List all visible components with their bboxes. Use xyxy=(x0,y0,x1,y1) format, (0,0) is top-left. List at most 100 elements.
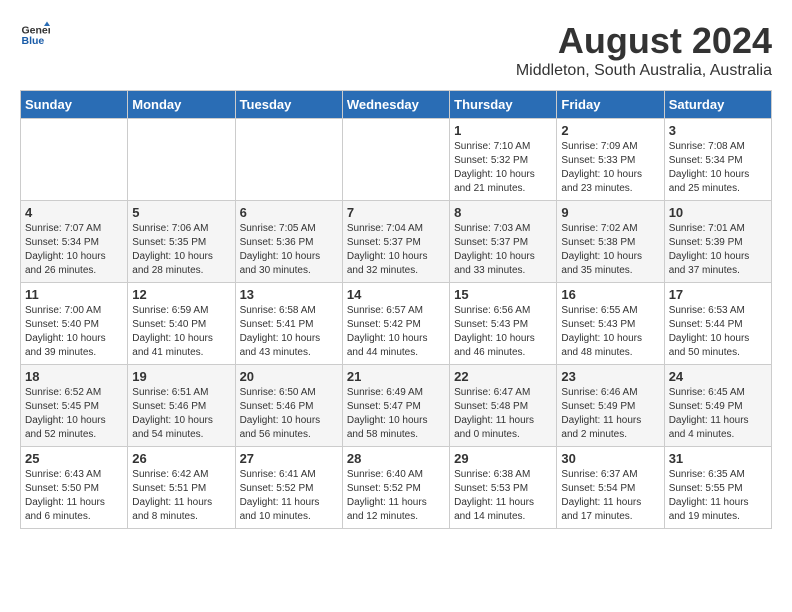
calendar-cell: 31 Sunrise: 6:35 AM Sunset: 5:55 PM Dayli… xyxy=(664,447,771,529)
calendar-cell: 8 Sunrise: 7:03 AM Sunset: 5:37 PM Daylig… xyxy=(450,201,557,283)
day-number: 30 xyxy=(561,451,659,466)
day-info: Sunrise: 6:51 AM Sunset: 5:46 PM Dayligh… xyxy=(132,386,230,442)
day-number: 24 xyxy=(669,369,767,384)
day-info: Sunrise: 7:00 AM Sunset: 5:40 PM Dayligh… xyxy=(25,304,123,360)
logo-icon: General Blue xyxy=(20,20,50,50)
day-header-tuesday: Tuesday xyxy=(235,91,342,119)
day-number: 19 xyxy=(132,369,230,384)
calendar-cell xyxy=(21,119,128,201)
calendar-cell: 26 Sunrise: 6:42 AM Sunset: 5:51 PM Dayli… xyxy=(128,447,235,529)
main-title: August 2024 xyxy=(516,20,772,62)
week-row-4: 18 Sunrise: 6:52 AM Sunset: 5:45 PM Dayli… xyxy=(21,365,772,447)
day-info: Sunrise: 6:41 AM Sunset: 5:52 PM Dayligh… xyxy=(240,468,338,524)
day-header-sunday: Sunday xyxy=(21,91,128,119)
day-info: Sunrise: 6:58 AM Sunset: 5:41 PM Dayligh… xyxy=(240,304,338,360)
day-info: Sunrise: 6:56 AM Sunset: 5:43 PM Dayligh… xyxy=(454,304,552,360)
day-info: Sunrise: 7:09 AM Sunset: 5:33 PM Dayligh… xyxy=(561,140,659,196)
day-number: 23 xyxy=(561,369,659,384)
week-row-2: 4Sunrise: 7:07 AM Sunset: 5:34 PM Daylig… xyxy=(21,201,772,283)
week-row-5: 25Sunrise: 6:43 AM Sunset: 5:50 PM Dayli… xyxy=(21,447,772,529)
day-header-saturday: Saturday xyxy=(664,91,771,119)
calendar-table: SundayMondayTuesdayWednesdayThursdayFrid… xyxy=(20,90,772,529)
day-info: Sunrise: 6:35 AM Sunset: 5:55 PM Dayligh… xyxy=(669,468,767,524)
subtitle: Middleton, South Australia, Australia xyxy=(516,62,772,80)
calendar-cell: 6 Sunrise: 7:05 AM Sunset: 5:36 PM Daylig… xyxy=(235,201,342,283)
day-number: 13 xyxy=(240,287,338,302)
day-number: 27 xyxy=(240,451,338,466)
day-info: Sunrise: 7:04 AM Sunset: 5:37 PM Dayligh… xyxy=(347,222,445,278)
day-number: 5 xyxy=(132,205,230,220)
day-info: Sunrise: 7:01 AM Sunset: 5:39 PM Dayligh… xyxy=(669,222,767,278)
calendar-cell: 28 Sunrise: 6:40 AM Sunset: 5:52 PM Dayli… xyxy=(342,447,449,529)
calendar-cell: 11 Sunrise: 7:00 AM Sunset: 5:40 PM Dayli… xyxy=(21,283,128,365)
day-number: 7 xyxy=(347,205,445,220)
calendar-cell: 30 Sunrise: 6:37 AM Sunset: 5:54 PM Dayli… xyxy=(557,447,664,529)
week-row-3: 11 Sunrise: 7:00 AM Sunset: 5:40 PM Dayli… xyxy=(21,283,772,365)
calendar-cell: 3Sunrise: 7:08 AM Sunset: 5:34 PM Daylig… xyxy=(664,119,771,201)
day-number: 17 xyxy=(669,287,767,302)
day-number: 31 xyxy=(669,451,767,466)
calendar-cell: 22Sunrise: 6:47 AM Sunset: 5:48 PM Dayli… xyxy=(450,365,557,447)
calendar-cell: 12 Sunrise: 6:59 AM Sunset: 5:40 PM Dayli… xyxy=(128,283,235,365)
day-number: 4 xyxy=(25,205,123,220)
calendar-cell xyxy=(128,119,235,201)
week-row-1: 1 Sunrise: 7:10 AM Sunset: 5:32 PM Daylig… xyxy=(21,119,772,201)
day-header-thursday: Thursday xyxy=(450,91,557,119)
day-info: Sunrise: 6:50 AM Sunset: 5:46 PM Dayligh… xyxy=(240,386,338,442)
calendar-cell: 7 Sunrise: 7:04 AM Sunset: 5:37 PM Daylig… xyxy=(342,201,449,283)
calendar-cell: 27 Sunrise: 6:41 AM Sunset: 5:52 PM Dayli… xyxy=(235,447,342,529)
calendar-cell: 17 Sunrise: 6:53 AM Sunset: 5:44 PM Dayli… xyxy=(664,283,771,365)
day-number: 28 xyxy=(347,451,445,466)
calendar-cell: 29Sunrise: 6:38 AM Sunset: 5:53 PM Dayli… xyxy=(450,447,557,529)
day-info: Sunrise: 6:57 AM Sunset: 5:42 PM Dayligh… xyxy=(347,304,445,360)
calendar-cell: 21Sunrise: 6:49 AM Sunset: 5:47 PM Dayli… xyxy=(342,365,449,447)
day-info: Sunrise: 7:03 AM Sunset: 5:37 PM Dayligh… xyxy=(454,222,552,278)
calendar-cell: 13 Sunrise: 6:58 AM Sunset: 5:41 PM Dayli… xyxy=(235,283,342,365)
calendar-cell: 10 Sunrise: 7:01 AM Sunset: 5:39 PM Dayli… xyxy=(664,201,771,283)
day-number: 26 xyxy=(132,451,230,466)
day-number: 12 xyxy=(132,287,230,302)
day-info: Sunrise: 6:52 AM Sunset: 5:45 PM Dayligh… xyxy=(25,386,123,442)
day-header-friday: Friday xyxy=(557,91,664,119)
day-number: 14 xyxy=(347,287,445,302)
day-number: 16 xyxy=(561,287,659,302)
calendar-cell: 20 Sunrise: 6:50 AM Sunset: 5:46 PM Dayli… xyxy=(235,365,342,447)
calendar-cell: 18 Sunrise: 6:52 AM Sunset: 5:45 PM Dayli… xyxy=(21,365,128,447)
day-number: 6 xyxy=(240,205,338,220)
calendar-cell: 24 Sunrise: 6:45 AM Sunset: 5:49 PM Dayli… xyxy=(664,365,771,447)
day-info: Sunrise: 6:43 AM Sunset: 5:50 PM Dayligh… xyxy=(25,468,123,524)
day-header-monday: Monday xyxy=(128,91,235,119)
day-info: Sunrise: 6:42 AM Sunset: 5:51 PM Dayligh… xyxy=(132,468,230,524)
day-number: 15 xyxy=(454,287,552,302)
day-number: 11 xyxy=(25,287,123,302)
calendar-cell xyxy=(342,119,449,201)
day-info: Sunrise: 7:08 AM Sunset: 5:34 PM Dayligh… xyxy=(669,140,767,196)
calendar-cell: 14 Sunrise: 6:57 AM Sunset: 5:42 PM Dayli… xyxy=(342,283,449,365)
day-info: Sunrise: 6:45 AM Sunset: 5:49 PM Dayligh… xyxy=(669,386,767,442)
day-info: Sunrise: 6:37 AM Sunset: 5:54 PM Dayligh… xyxy=(561,468,659,524)
day-number: 9 xyxy=(561,205,659,220)
calendar-cell: 15 Sunrise: 6:56 AM Sunset: 5:43 PM Dayli… xyxy=(450,283,557,365)
svg-text:Blue: Blue xyxy=(22,35,45,47)
day-info: Sunrise: 7:05 AM Sunset: 5:36 PM Dayligh… xyxy=(240,222,338,278)
day-info: Sunrise: 6:55 AM Sunset: 5:43 PM Dayligh… xyxy=(561,304,659,360)
day-number: 29 xyxy=(454,451,552,466)
day-info: Sunrise: 7:02 AM Sunset: 5:38 PM Dayligh… xyxy=(561,222,659,278)
calendar-cell: 1 Sunrise: 7:10 AM Sunset: 5:32 PM Daylig… xyxy=(450,119,557,201)
header-row: SundayMondayTuesdayWednesdayThursdayFrid… xyxy=(21,91,772,119)
day-info: Sunrise: 6:46 AM Sunset: 5:49 PM Dayligh… xyxy=(561,386,659,442)
calendar-cell: 19 Sunrise: 6:51 AM Sunset: 5:46 PM Dayli… xyxy=(128,365,235,447)
day-info: Sunrise: 6:53 AM Sunset: 5:44 PM Dayligh… xyxy=(669,304,767,360)
day-info: Sunrise: 6:59 AM Sunset: 5:40 PM Dayligh… xyxy=(132,304,230,360)
day-number: 18 xyxy=(25,369,123,384)
day-info: Sunrise: 6:49 AM Sunset: 5:47 PM Dayligh… xyxy=(347,386,445,442)
day-number: 10 xyxy=(669,205,767,220)
page-header: General Blue August 2024 Middleton, Sout… xyxy=(20,20,772,80)
logo: General Blue xyxy=(20,20,50,50)
day-info: Sunrise: 6:47 AM Sunset: 5:48 PM Dayligh… xyxy=(454,386,552,442)
day-number: 1 xyxy=(454,123,552,138)
day-info: Sunrise: 7:10 AM Sunset: 5:32 PM Dayligh… xyxy=(454,140,552,196)
day-number: 20 xyxy=(240,369,338,384)
day-number: 8 xyxy=(454,205,552,220)
day-info: Sunrise: 6:40 AM Sunset: 5:52 PM Dayligh… xyxy=(347,468,445,524)
